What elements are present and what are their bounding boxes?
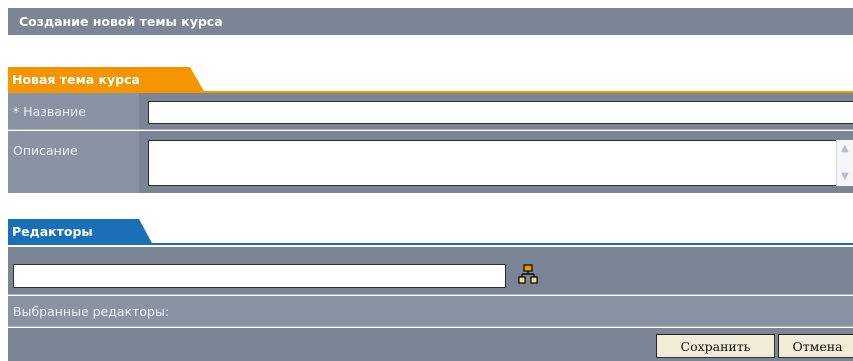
org-structure-icon[interactable] (518, 264, 538, 284)
description-scrollbar[interactable]: ▲ ▼ (836, 140, 853, 186)
name-input[interactable] (148, 101, 853, 124)
description-textarea[interactable] (148, 140, 853, 186)
name-cell (139, 93, 853, 129)
tab-corner (190, 67, 205, 93)
button-bar: Сохранить Отмена (8, 328, 853, 361)
description-label: Описание (13, 143, 78, 158)
tab-editors-label: Редакторы (12, 224, 93, 239)
editors-section-header: Редакторы (8, 219, 853, 245)
tab-editors: Редакторы (8, 219, 153, 245)
scroll-down-icon[interactable]: ▼ (838, 170, 852, 184)
scroll-up-icon[interactable]: ▲ (838, 142, 852, 156)
tab-new-topic-label: Новая тема курса (12, 72, 140, 87)
save-button[interactable]: Сохранить (656, 334, 775, 358)
name-row: * Название (8, 93, 853, 130)
tab-new-topic: Новая тема курса (8, 67, 205, 93)
selected-editors-label: Выбранные редакторы: (13, 304, 170, 319)
topic-section-header: Новая тема курса (8, 67, 853, 93)
page-title: Создание новой темы курса (8, 8, 853, 35)
selected-editors-row: Выбранные редакторы: (8, 296, 853, 327)
description-cell: ▲ ▼ (139, 131, 853, 193)
description-row: Описание ▲ ▼ (8, 131, 853, 193)
editor-search-input[interactable] (13, 264, 506, 288)
cancel-button[interactable]: Отмена (778, 334, 853, 358)
tab-corner (139, 219, 153, 245)
editor-search-row (8, 247, 853, 295)
name-label: * Название (13, 104, 86, 119)
